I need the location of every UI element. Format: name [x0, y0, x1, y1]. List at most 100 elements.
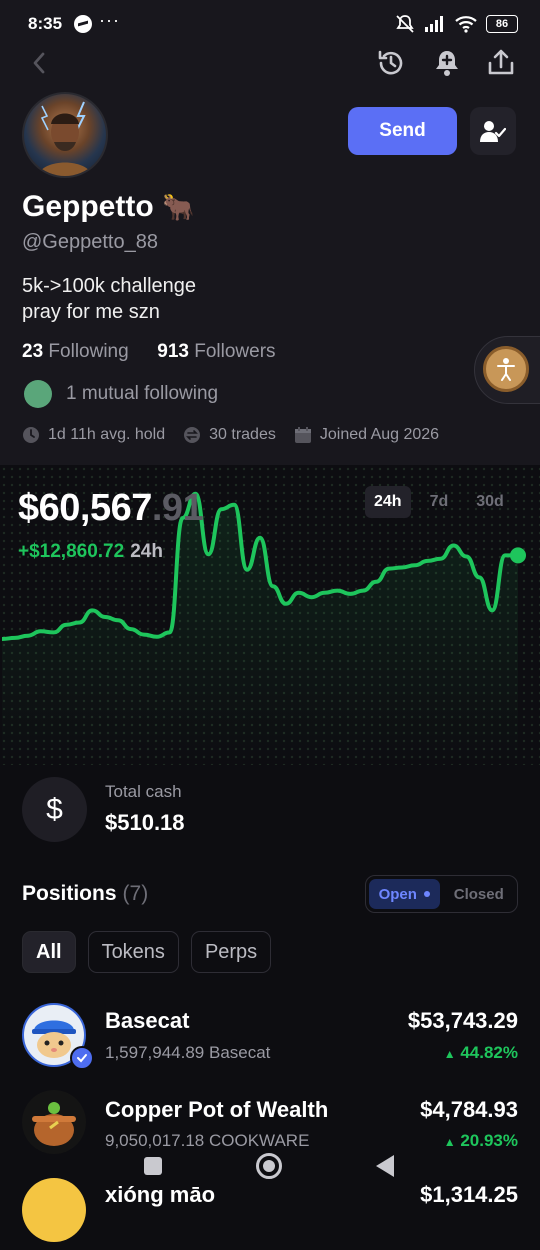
profile-name-text: Geppetto — [22, 190, 154, 223]
profile-meta: 1d 11h avg. hold 30 trades Joined Aug 20… — [22, 426, 457, 444]
recents-button[interactable] — [144, 1157, 162, 1175]
mutual-avatar — [24, 380, 52, 408]
cash-label: Total cash — [105, 782, 182, 801]
token-change: ▲ 20.93% — [444, 1131, 518, 1151]
swap-icon — [184, 427, 201, 443]
notify-button[interactable] — [430, 46, 464, 80]
pot-icon — [32, 1102, 76, 1146]
bell-plus-icon — [436, 51, 458, 76]
followers-count: 913 — [157, 341, 189, 362]
profile-name: Geppetto 🐂 — [22, 190, 194, 224]
back-button[interactable] — [24, 48, 54, 78]
cookware-avatar — [22, 1090, 86, 1154]
cash-value: $510.18 — [105, 810, 185, 835]
balance-main: $60,567 — [18, 487, 152, 529]
back-nav-button[interactable] — [376, 1155, 394, 1177]
token-name: Basecat — [105, 1008, 190, 1033]
home-button[interactable] — [256, 1153, 282, 1179]
profile-handle: @Geppetto_88 — [22, 231, 158, 253]
clock-icon — [23, 427, 39, 443]
token-name: xióng māo — [105, 1182, 216, 1207]
filter-perps[interactable]: Perps — [190, 931, 272, 973]
messenger-icon — [74, 15, 92, 33]
bio-line-1: 5k->100k challenge — [22, 275, 197, 297]
follow-stats: 23 Following 913 Followers — [22, 341, 276, 363]
trades-text: 30 trades — [209, 426, 276, 443]
token-change-value: 44.82% — [460, 1043, 518, 1062]
chevron-left-icon — [33, 52, 45, 74]
trades-count: 30 trades — [183, 426, 276, 444]
range-selector: 24h 7d 30d — [365, 486, 513, 518]
toggle-closed[interactable]: Closed — [444, 879, 515, 909]
profile-bio: 5k->100k challenge pray for me szn — [22, 273, 196, 325]
token-value: $53,743.29 — [407, 1008, 518, 1033]
balance-decimals: .91 — [151, 487, 204, 529]
wifi-icon — [455, 16, 477, 33]
person-icon — [497, 358, 515, 381]
following-label: Following — [48, 341, 129, 362]
joined-date: Joined Aug 2026 — [294, 426, 439, 444]
up-triangle-icon: ▲ — [443, 1047, 456, 1061]
bio-line-2: pray for me szn — [22, 301, 160, 323]
following-button[interactable] — [470, 107, 516, 155]
history-button[interactable] — [374, 46, 408, 80]
following-count: 23 — [22, 341, 44, 362]
history-icon — [378, 50, 403, 75]
send-button[interactable]: Send — [348, 107, 457, 155]
signal-icon — [425, 16, 443, 32]
status-bar: 8:35 ··· 86 — [0, 0, 540, 48]
mutual-following[interactable]: 1 mutual following — [24, 380, 218, 408]
positions-count: (7) — [122, 882, 149, 905]
position-row[interactable]: xióng māo $1,314.25 — [0, 1170, 540, 1250]
user-check-icon — [480, 121, 506, 142]
followers-label: Followers — [194, 341, 276, 362]
token-value: $1,314.25 — [420, 1182, 518, 1207]
position-filters: All Tokens Perps — [22, 931, 272, 973]
positions-title-text: Positions — [22, 882, 117, 905]
portfolio-balance: $60,567.91 — [18, 487, 204, 530]
range-24h[interactable]: 24h — [365, 486, 411, 518]
range-30d[interactable]: 30d — [467, 486, 513, 518]
portfolio-change: +$12,860.72 24h — [18, 541, 163, 563]
verified-badge-icon — [70, 1046, 94, 1070]
calendar-icon — [294, 427, 311, 443]
active-dot-icon — [423, 891, 430, 897]
position-row[interactable]: Basecat 1,597,944.89 Basecat $53,743.29 … — [0, 1000, 540, 1080]
mutual-text: 1 mutual following — [66, 383, 219, 404]
chart-area-fill — [2, 493, 518, 765]
followers-link[interactable]: 913 Followers — [157, 341, 275, 362]
toggle-open[interactable]: Open — [369, 879, 440, 909]
avg-hold: 1d 11h avg. hold — [22, 426, 165, 444]
filter-tokens[interactable]: Tokens — [87, 931, 179, 973]
avatar-image — [38, 101, 92, 176]
xiongmao-avatar — [22, 1178, 86, 1242]
share-button[interactable] — [484, 46, 518, 80]
change-period: 24h — [130, 541, 163, 562]
avatar[interactable] — [22, 92, 108, 178]
token-amount: 9,050,017.18 COOKWARE — [105, 1131, 310, 1150]
token-value: $4,784.93 — [420, 1097, 518, 1122]
status-time: 8:35 — [28, 14, 63, 33]
joined-text: Joined Aug 2026 — [319, 426, 440, 443]
filter-all[interactable]: All — [22, 931, 76, 973]
token-change: ▲ 44.82% — [444, 1043, 518, 1063]
dollar-icon: $ — [22, 777, 87, 842]
battery-level: 86 — [495, 18, 509, 30]
more-notifications-icon: ··· — [99, 10, 120, 30]
mute-icon — [396, 15, 414, 33]
status-icons: 86 — [394, 14, 518, 34]
token-amount: 1,597,944.89 Basecat — [105, 1043, 271, 1062]
toggle-open-label: Open — [378, 885, 417, 903]
token-name: Copper Pot of Wealth — [105, 1097, 329, 1122]
range-7d[interactable]: 7d — [421, 486, 458, 518]
battery-icon: 86 — [486, 15, 518, 33]
accessibility-icon[interactable] — [483, 346, 529, 392]
positions-title: Positions (7) — [22, 882, 148, 906]
avg-hold-text: 1d 11h avg. hold — [48, 426, 166, 443]
bull-emoji: 🐂 — [162, 192, 195, 222]
positions-toggle: Open Closed — [365, 875, 518, 913]
change-value: +$12,860.72 — [18, 541, 125, 562]
chart-last-point — [510, 547, 526, 564]
token-change-value: 20.93% — [460, 1131, 518, 1150]
following-link[interactable]: 23 Following — [22, 341, 129, 362]
